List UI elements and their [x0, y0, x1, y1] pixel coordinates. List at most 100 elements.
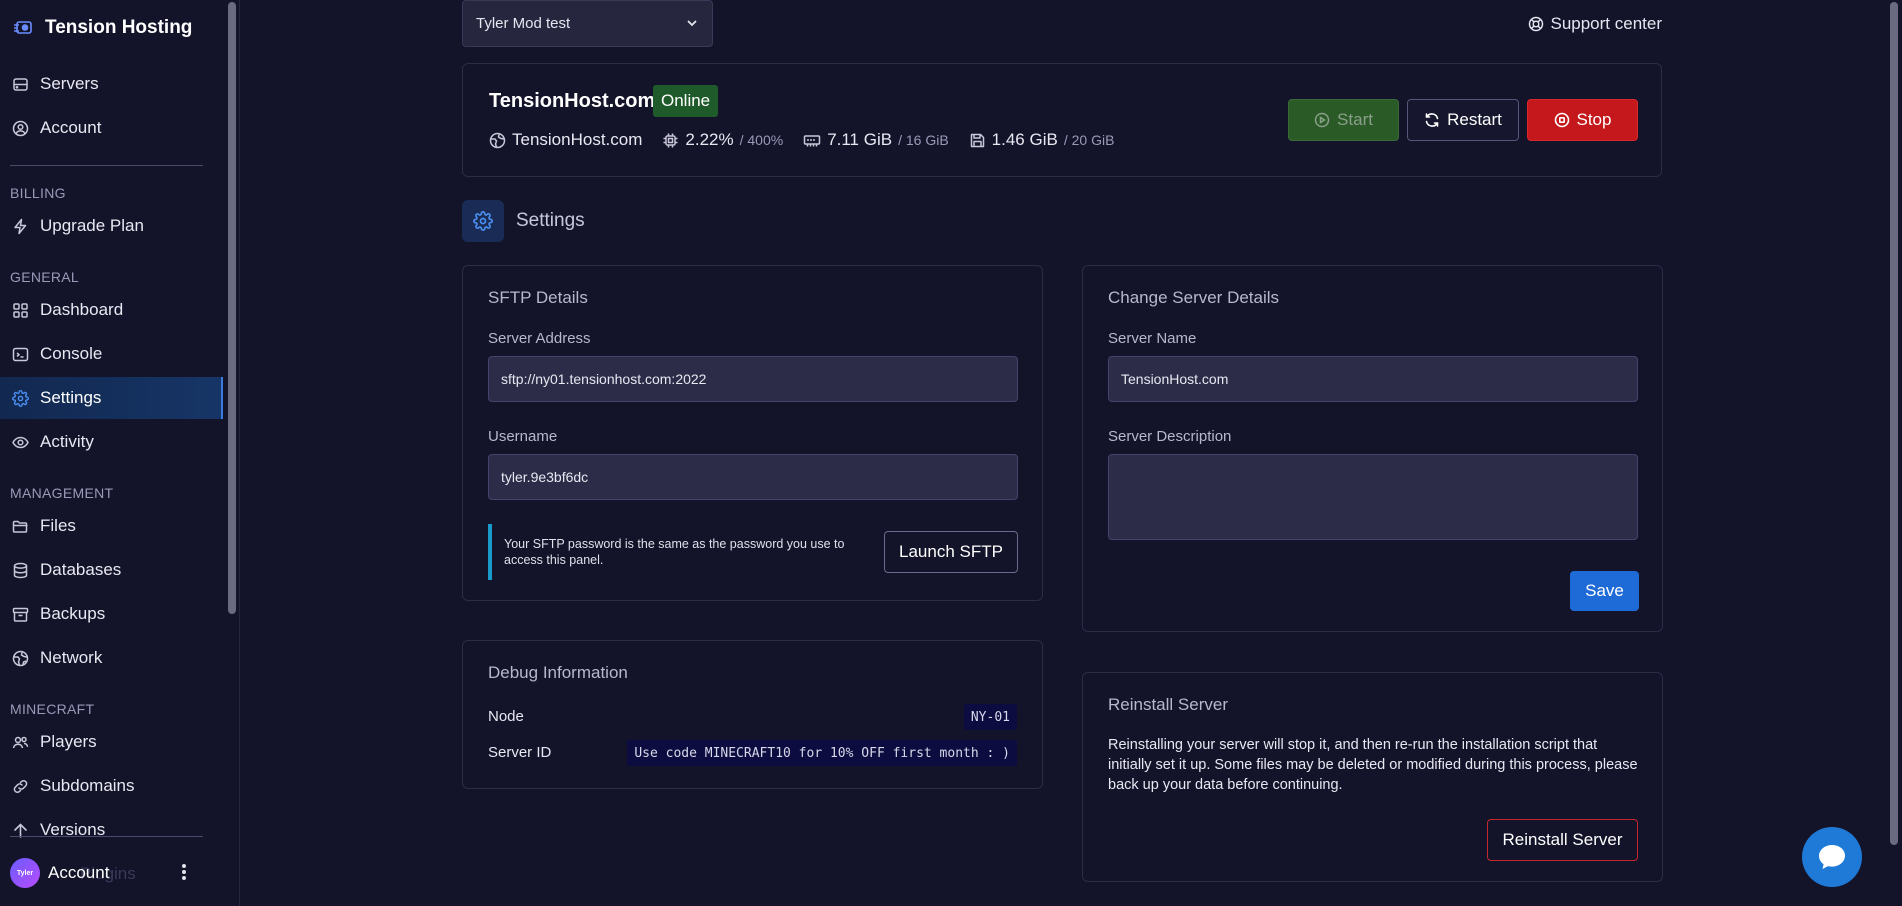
- stat-cpu: 2.22% / 400%: [662, 130, 783, 150]
- server-description-input[interactable]: [1108, 454, 1638, 540]
- memory-limit: / 16 GiB: [898, 132, 949, 148]
- start-label: Start: [1337, 110, 1373, 129]
- lifebuoy-icon: [1528, 16, 1544, 32]
- settings-heading: Settings: [462, 200, 585, 242]
- rocket-logo-icon: [13, 19, 33, 37]
- sidebar-item-console[interactable]: Console: [0, 333, 223, 375]
- memory-value: 7.11 GiB: [827, 130, 893, 149]
- brand[interactable]: Tension Hosting: [13, 14, 192, 42]
- server-select-value: Tyler Mod test: [476, 15, 571, 32]
- cpu-value: 2.22%: [685, 130, 734, 149]
- chevron-down-icon: [686, 17, 698, 29]
- save-button[interactable]: Save: [1570, 571, 1639, 611]
- sidebar: Tension Hosting Servers Account BILLING …: [0, 0, 240, 906]
- change-server-details-card: Change Server Details Server Name Server…: [1082, 265, 1663, 632]
- sidebar-item-versions[interactable]: Versions: [0, 809, 223, 851]
- stat-address: TensionHost.com: [489, 130, 642, 150]
- sftp-title: SFTP Details: [488, 288, 588, 307]
- stop-button[interactable]: Stop: [1527, 99, 1638, 141]
- avatar: Tyler: [10, 858, 40, 888]
- server-select[interactable]: Tyler Mod test: [462, 0, 713, 47]
- start-button[interactable]: Start: [1288, 99, 1399, 141]
- sidebar-item-activity[interactable]: Activity: [0, 421, 223, 463]
- debug-title: Debug Information: [488, 663, 628, 682]
- sidebar-item-label: Databases: [40, 560, 122, 579]
- gear-icon: [12, 389, 29, 407]
- server-name-input[interactable]: [1108, 356, 1638, 402]
- reinstall-title: Reinstall Server: [1108, 695, 1228, 714]
- more-options-icon[interactable]: [180, 864, 188, 882]
- sidebar-item-databases[interactable]: Databases: [0, 549, 223, 591]
- stat-memory: 7.11 GiB / 16 GiB: [803, 130, 949, 150]
- debug-information-card: Debug Information Node NY-01 Server ID U…: [462, 640, 1043, 789]
- sidebar-item-label: Versions: [40, 820, 106, 839]
- stop-circle-icon: [1554, 112, 1570, 128]
- sidebar-item-label: Activity: [40, 432, 94, 451]
- sidebar-item-label: Subdomains: [40, 776, 135, 795]
- page-scrollbar[interactable]: [1890, 2, 1898, 845]
- archive-icon: [12, 606, 29, 623]
- sidebar-item-players[interactable]: Players: [0, 721, 223, 763]
- sidebar-item-network[interactable]: Network: [0, 637, 223, 679]
- status-badge: Online: [653, 85, 719, 117]
- sidebar-item-label: Files: [40, 516, 76, 535]
- section-label-general: GENERAL: [10, 269, 80, 285]
- page-title: Settings: [516, 210, 585, 231]
- server-name: TensionHost.com: [489, 90, 656, 112]
- chat-bubble-icon: [1817, 843, 1847, 871]
- sidebar-item-upgrade-plan[interactable]: Upgrade Plan: [0, 205, 223, 247]
- sftp-password-notice: Your SFTP password is the same as the pa…: [488, 524, 873, 580]
- cpu-limit: / 400%: [739, 132, 784, 148]
- sftp-details-card: SFTP Details Server Address sftp://ny01.…: [462, 265, 1043, 601]
- server-address-field[interactable]: sftp://ny01.tensionhost.com:2022: [488, 356, 1018, 402]
- reinstall-server-button[interactable]: Reinstall Server: [1487, 819, 1638, 861]
- server-icon: [12, 76, 29, 93]
- sidebar-scrollbar[interactable]: [228, 2, 236, 614]
- sidebar-item-files[interactable]: Files: [0, 505, 223, 547]
- lightning-icon: [12, 218, 29, 235]
- node-value: NY-01: [963, 704, 1017, 730]
- brand-title: Tension Hosting: [45, 17, 193, 38]
- users-icon: [12, 734, 29, 751]
- server-address: TensionHost.com: [512, 130, 643, 149]
- sidebar-item-label: Dashboard: [40, 300, 124, 319]
- grid-icon: [12, 302, 29, 319]
- sidebar-item-account[interactable]: Account: [0, 107, 223, 149]
- sidebar-item-settings[interactable]: Settings: [0, 377, 223, 419]
- launch-sftp-button[interactable]: Launch SFTP: [884, 531, 1018, 573]
- sidebar-divider-bottom: [10, 836, 203, 837]
- sidebar-divider: [10, 165, 203, 166]
- refresh-icon: [1424, 112, 1440, 128]
- reinstall-server-card: Reinstall Server Reinstalling your serve…: [1082, 672, 1663, 882]
- sidebar-item-dashboard[interactable]: Dashboard: [0, 289, 223, 331]
- save-disk-icon: [969, 132, 986, 149]
- sftp-notice-text: Your SFTP password is the same as the pa…: [504, 537, 845, 567]
- section-label-billing: BILLING: [10, 185, 66, 201]
- server-id-value: Use code MINECRAFT10 for 10% OFF first m…: [627, 740, 1017, 766]
- reinstall-description: Reinstalling your server will stop it, a…: [1108, 737, 1638, 793]
- restart-button[interactable]: Restart: [1407, 99, 1519, 141]
- support-center-link[interactable]: Support center: [1528, 14, 1662, 34]
- memory-icon: [803, 132, 821, 149]
- sidebar-item-label: Players: [40, 732, 97, 751]
- chat-bubble-button[interactable]: [1802, 827, 1862, 887]
- restart-label: Restart: [1447, 110, 1502, 129]
- sidebar-item-label: Upgrade Plan: [40, 216, 144, 235]
- sidebar-item-servers[interactable]: Servers: [0, 63, 223, 105]
- section-label-management: MANAGEMENT: [10, 485, 114, 501]
- stop-label: Stop: [1576, 110, 1612, 129]
- sidebar-item-backups[interactable]: Backups: [0, 593, 223, 635]
- globe-icon: [12, 650, 29, 667]
- username-field[interactable]: tyler.9e3bf6dc: [488, 454, 1018, 500]
- server-address-label: Server Address: [488, 330, 591, 347]
- link-icon: [12, 778, 29, 795]
- sidebar-item-subdomains[interactable]: Subdomains: [0, 765, 223, 807]
- user-circle-icon: [12, 120, 29, 137]
- sidebar-item-label: Servers: [40, 74, 99, 93]
- change-details-title: Change Server Details: [1108, 288, 1280, 307]
- sidebar-account[interactable]: Tyler Account: [0, 855, 200, 891]
- sidebar-item-label: Console: [40, 344, 103, 363]
- server-stats: TensionHost.com 2.22% / 400% 7.11 GiB / …: [489, 130, 1114, 150]
- folder-icon: [12, 518, 29, 535]
- stat-disk: 1.46 GiB / 20 GiB: [969, 130, 1114, 150]
